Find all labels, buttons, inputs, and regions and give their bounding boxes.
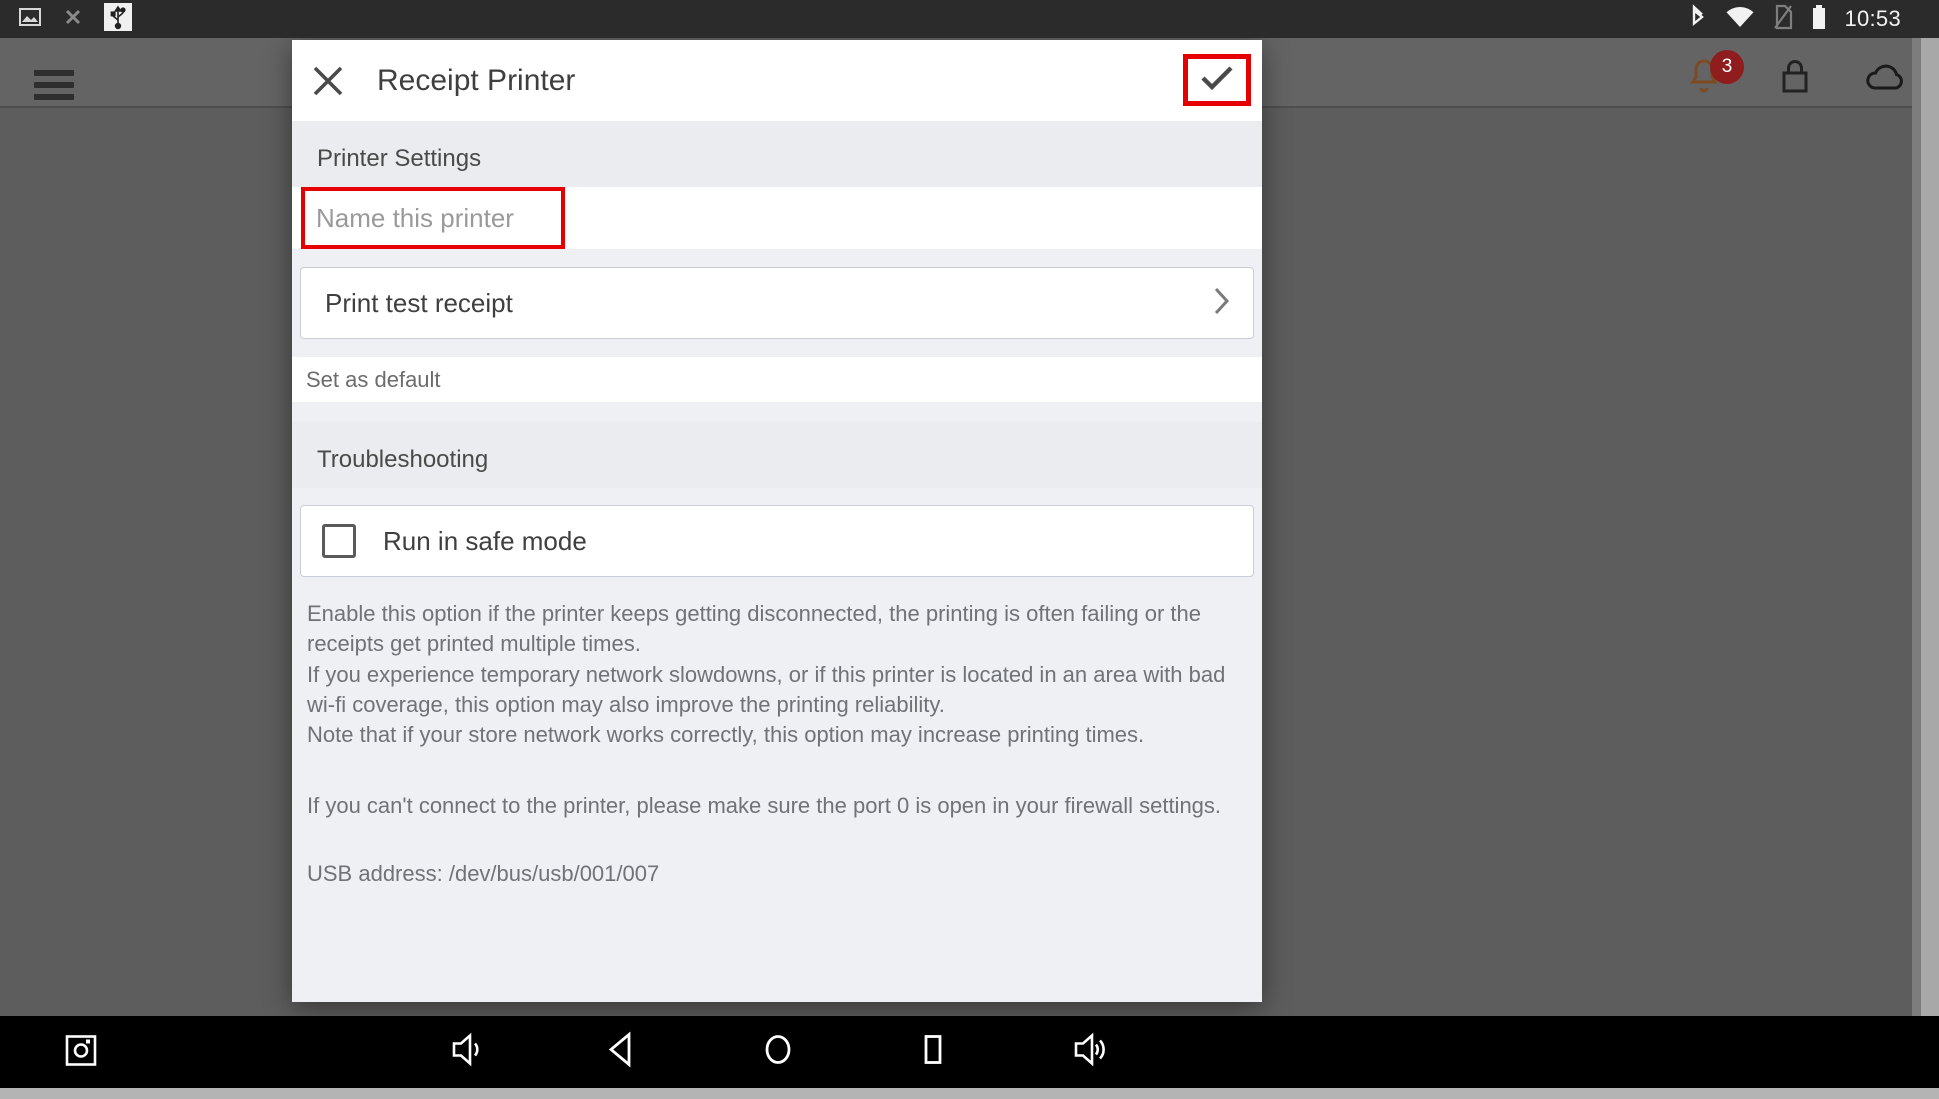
- firewall-note: If you can't connect to the printer, ple…: [307, 792, 1222, 818]
- hamburger-bar: [34, 70, 74, 76]
- usb-address: USB address: /dev/bus/usb/001/007: [307, 861, 660, 887]
- dialog-title-bar: Receipt Printer: [292, 40, 1262, 121]
- status-bar: 10:53: [0, 0, 1939, 38]
- print-test-receipt-button[interactable]: Print test receipt: [300, 267, 1254, 339]
- scrollbar-thumb[interactable]: [1912, 38, 1921, 1016]
- safe-mode-checkbox[interactable]: [322, 524, 356, 558]
- printer-name-highlight: [301, 187, 565, 249]
- volume-down-icon[interactable]: [448, 1029, 488, 1076]
- set-as-default-row[interactable]: Set as default: [292, 357, 1262, 402]
- chevron-right-icon: [1213, 286, 1231, 321]
- image-icon: [18, 5, 42, 34]
- recents-icon[interactable]: [915, 1029, 951, 1076]
- bluetooth-icon: [1688, 3, 1708, 35]
- hamburger-bar: [34, 94, 74, 100]
- printer-name-row: [292, 187, 1262, 249]
- cloud-icon[interactable]: [1862, 55, 1910, 104]
- battery-icon: [1811, 4, 1827, 35]
- notification-badge: 3: [1710, 50, 1744, 84]
- close-icon[interactable]: [301, 54, 355, 108]
- run-in-safe-mode-row[interactable]: Run in safe mode: [300, 505, 1254, 577]
- hamburger-bar: [34, 82, 74, 88]
- safe-mode-label: Run in safe mode: [383, 525, 587, 556]
- section-header-printer-settings: Printer Settings: [292, 121, 1262, 187]
- bluetooth-off-icon: [62, 5, 84, 34]
- section-header-troubleshooting: Troubleshooting: [292, 422, 1262, 488]
- check-icon: [1200, 64, 1234, 97]
- set-as-default-label: Set as default: [306, 366, 441, 392]
- volume-up-icon[interactable]: [1070, 1029, 1110, 1076]
- navigation-bar-base: [0, 1088, 1939, 1099]
- dialog-title: Receipt Printer: [377, 63, 576, 97]
- back-icon[interactable]: [604, 1029, 640, 1076]
- status-bar-clock: 10:53: [1844, 6, 1901, 31]
- lock-icon[interactable]: [1775, 55, 1815, 104]
- receipt-printer-dialog: Receipt Printer Printer Settings Print t…: [292, 40, 1262, 1002]
- status-bar-left-icons: [18, 2, 132, 36]
- android-navigation-bar: [0, 1016, 1939, 1088]
- printer-name-input[interactable]: [305, 201, 548, 235]
- hamburger-menu-icon[interactable]: [34, 70, 74, 100]
- status-bar-right-icons: 10:53: [1688, 3, 1901, 35]
- confirm-save-button[interactable]: [1183, 54, 1251, 106]
- usb-icon: [104, 2, 132, 36]
- wifi-icon: [1725, 4, 1755, 35]
- home-icon[interactable]: [760, 1029, 796, 1076]
- print-test-receipt-label: Print test receipt: [325, 287, 513, 318]
- no-sim-icon: [1772, 4, 1794, 35]
- safe-mode-description: Enable this option if the printer keeps …: [307, 601, 1226, 748]
- screenshot-icon[interactable]: [62, 1029, 100, 1076]
- screen: 10:53 3 Receipt Printer Printer Settings…: [0, 0, 1939, 1099]
